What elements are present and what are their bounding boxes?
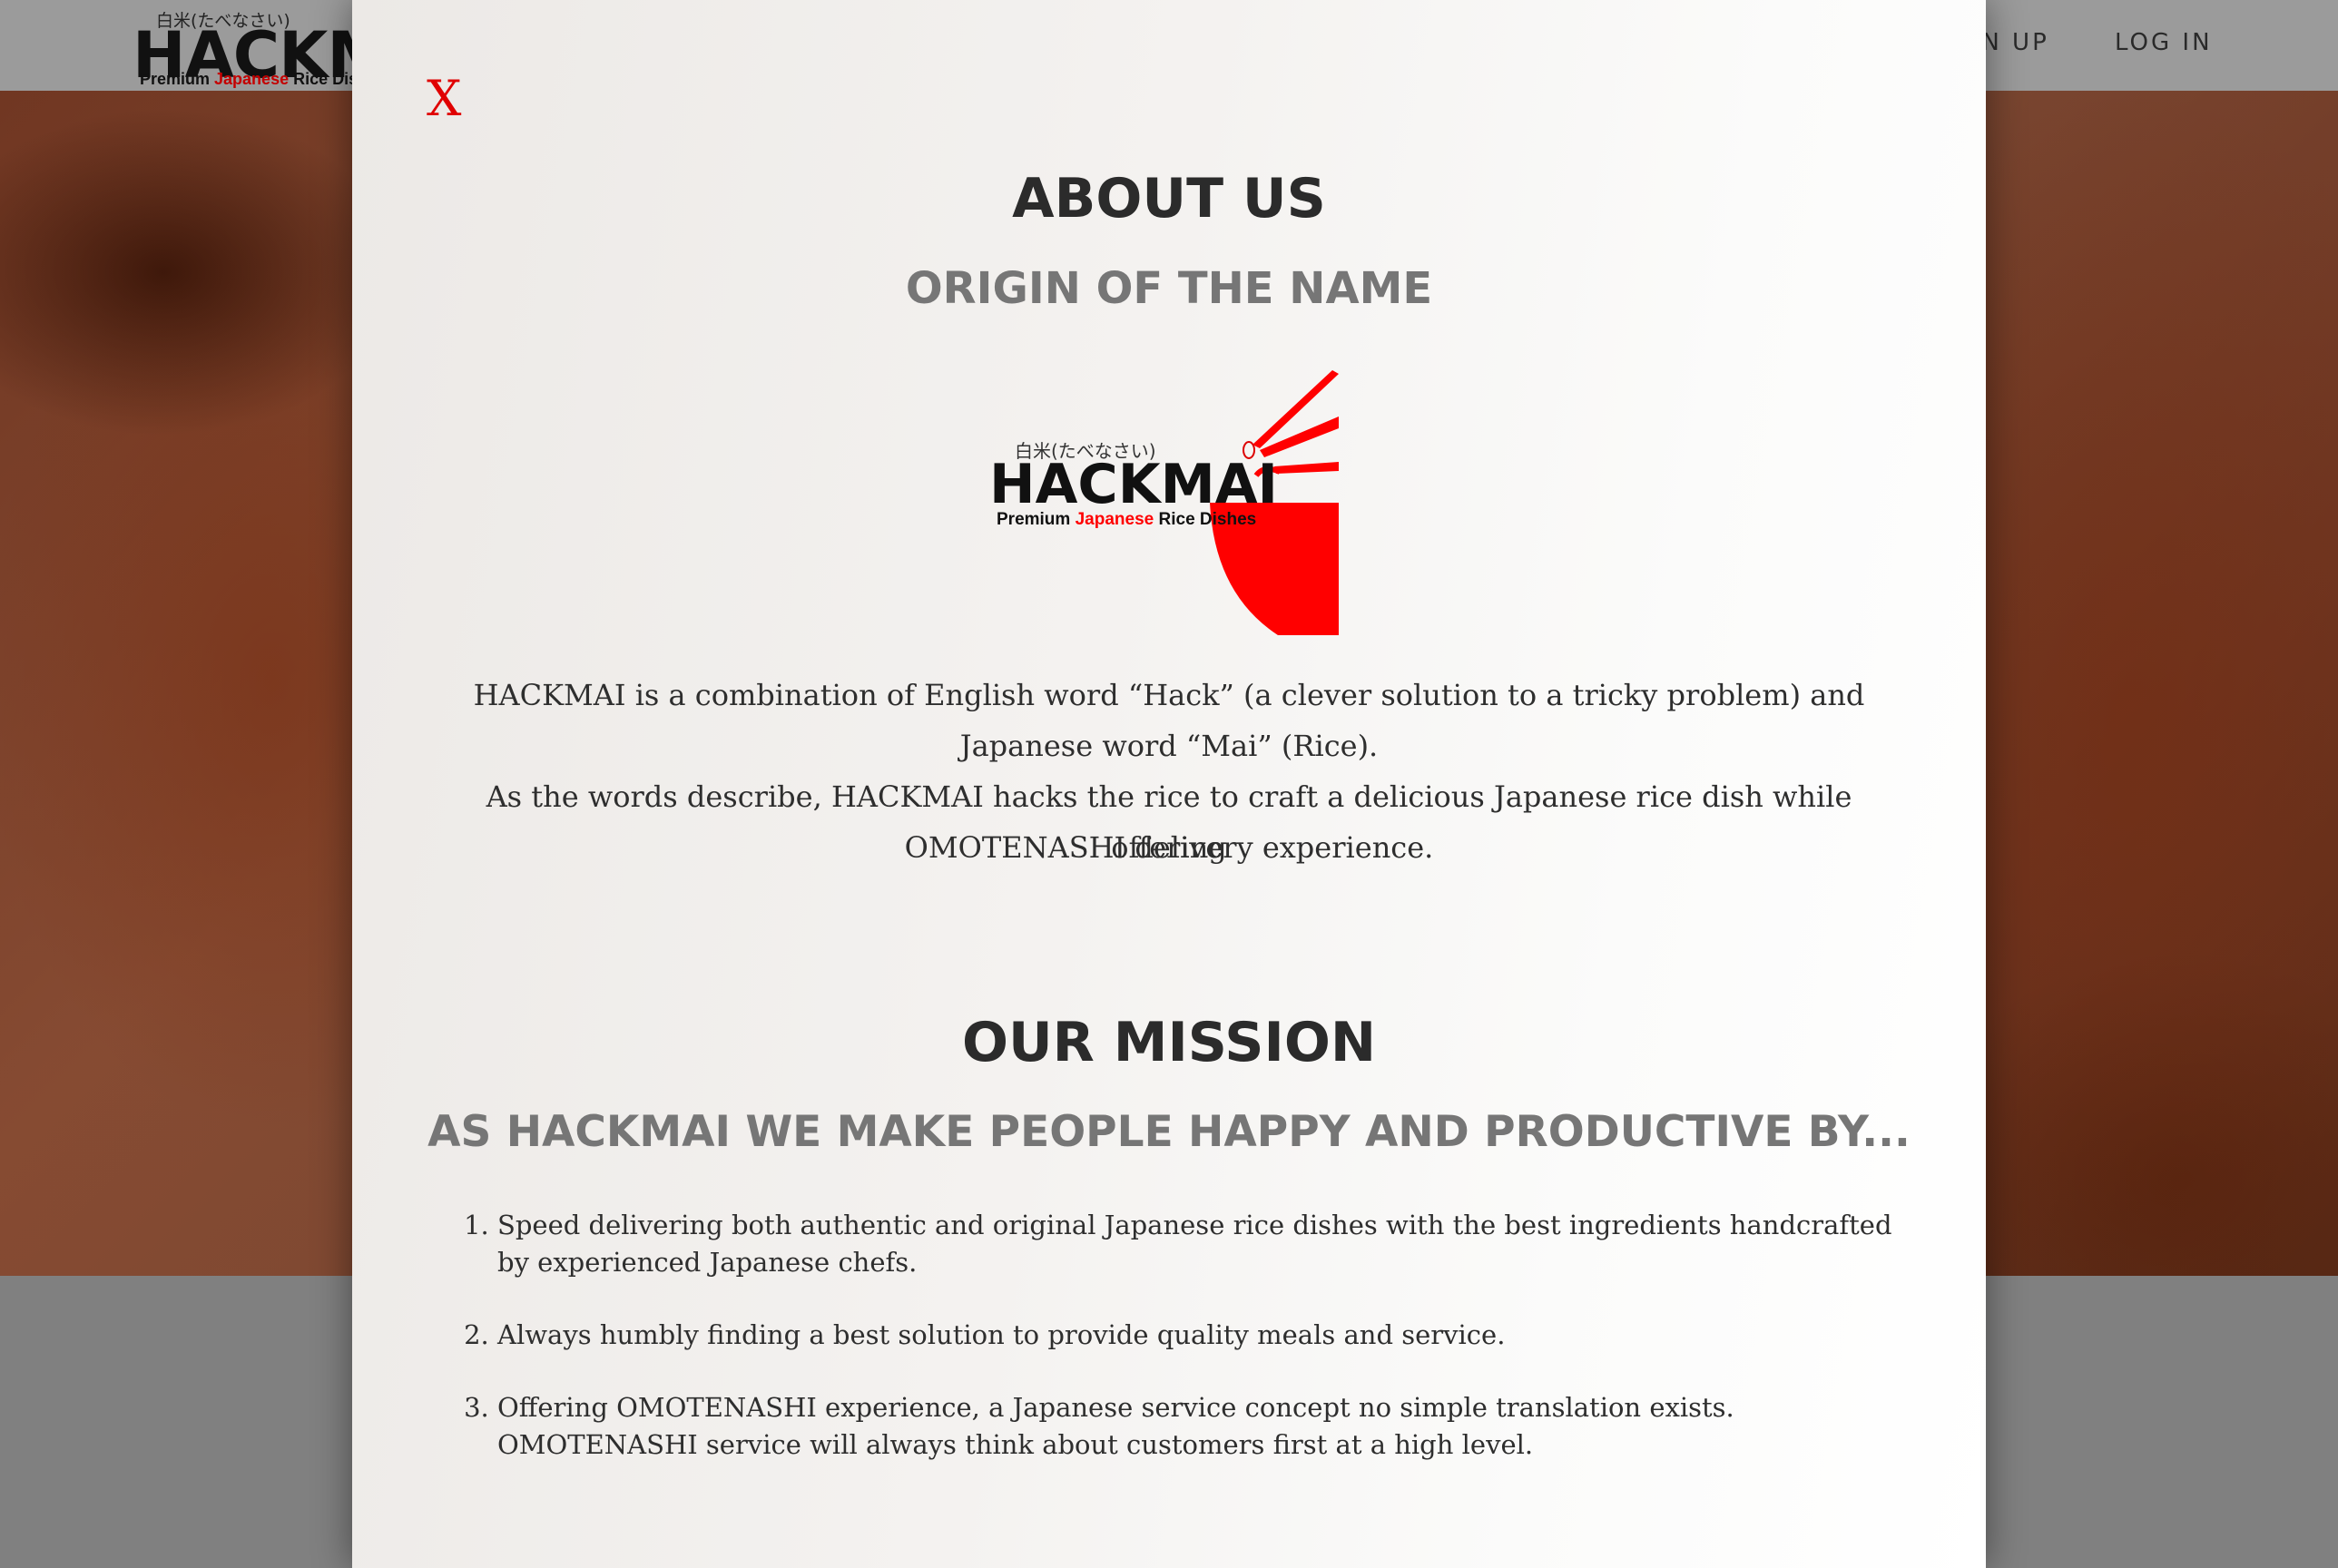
close-button[interactable]: X xyxy=(427,74,461,123)
origin-paragraph-line-4: OMOTENASHI delivery experience. xyxy=(904,830,1434,865)
site-logo-tagline: Premium Japanese Rice Dishes xyxy=(140,70,359,89)
mission-item: Offering OMOTENASHI experience, a Japane… xyxy=(497,1389,1913,1464)
hackmai-logo: 白米(たべなさい) HACKMAI Premium Japanese Rice … xyxy=(987,367,1351,635)
logo-word: HACKMAI xyxy=(989,453,1278,516)
origin-paragraph-line-1: HACKMAI is a combination of English word… xyxy=(473,678,1865,712)
mission-list: Speed delivering both authentic and orig… xyxy=(470,1207,1913,1499)
chopstick-icon xyxy=(1274,462,1339,474)
origin-subtitle: ORIGIN OF THE NAME xyxy=(905,263,1433,314)
logo-tagline: Premium Japanese Rice Dishes xyxy=(997,510,1256,529)
mission-subtitle: AS HACKMAI WE MAKE PEOPLE HAPPY AND PROD… xyxy=(427,1107,1911,1157)
mission-item: Speed delivering both authentic and orig… xyxy=(497,1207,1913,1281)
mission-item: Always humbly finding a best solution to… xyxy=(497,1317,1913,1354)
about-modal: X ABOUT US ORIGIN OF THE NAME 白米(たべなさい) … xyxy=(352,0,1986,1568)
origin-paragraph-line-2: Japanese word “Mai” (Rice). xyxy=(959,729,1379,763)
mission-title: OUR MISSION xyxy=(961,1011,1377,1074)
tagline-part: Premium xyxy=(140,70,215,88)
about-title: ABOUT US xyxy=(1012,167,1326,230)
site-logo[interactable]: 白米(たべなさい) HACKMAI Premium Japanese Rice … xyxy=(133,7,359,91)
tagline-part: Rice Dishes xyxy=(293,70,359,88)
nav-login-link[interactable]: LOG IN xyxy=(2115,29,2213,56)
tagline-japanese: Japanese xyxy=(214,70,290,88)
